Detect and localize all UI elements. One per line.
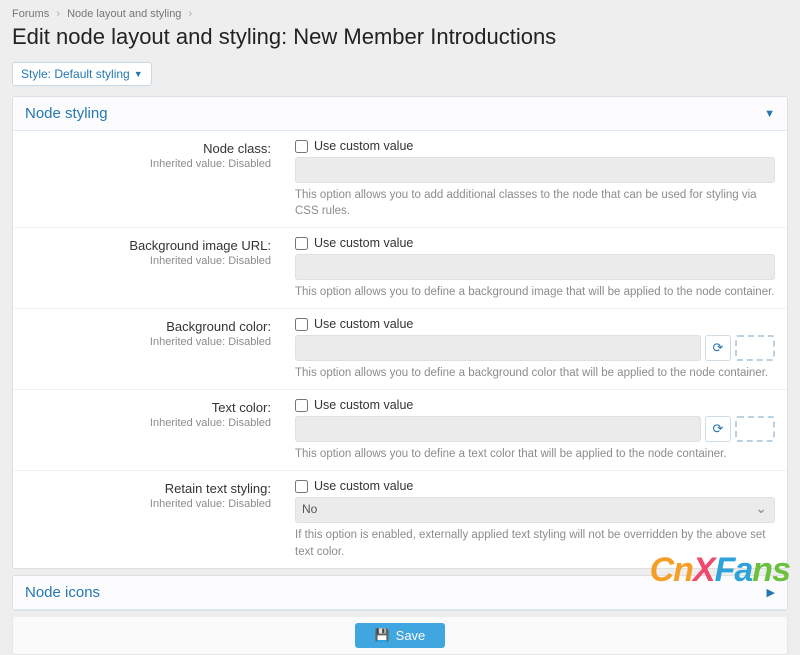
refresh-text-color-button[interactable]: ⟳ (705, 416, 731, 442)
checkbox-bg-color-custom[interactable] (295, 318, 308, 331)
checkbox-text-color-custom[interactable] (295, 399, 308, 412)
row-node-class: Node class: Inherited value: Disabled Us… (13, 131, 787, 228)
checkbox-bg-url-custom[interactable] (295, 237, 308, 250)
refresh-icon: ⟳ (713, 340, 724, 356)
section-title: Node icons (25, 584, 100, 601)
row-bg-color: Background color: Inherited value: Disab… (13, 309, 787, 390)
node-styling-section: Node styling ▼ Node class: Inherited val… (12, 96, 788, 569)
section-title: Node styling (25, 105, 108, 122)
inherited-bg-url: Inherited value: Disabled (25, 255, 271, 267)
refresh-bg-color-button[interactable]: ⟳ (705, 335, 731, 361)
swatch-bg-color[interactable] (735, 335, 775, 361)
collapse-icon: ▼ (764, 108, 775, 120)
label-retain: Retain text styling: (25, 481, 271, 496)
save-label: Save (396, 628, 426, 643)
breadcrumb: Forums › Node layout and styling › (0, 0, 800, 24)
caret-down-icon: ▼ (134, 69, 143, 79)
expand-icon: ▶ (767, 586, 775, 599)
footer-bar: 💾 Save (12, 617, 788, 655)
help-node-class: This option allows you to add additional… (295, 187, 775, 219)
page-title: Edit node layout and styling: New Member… (0, 24, 800, 58)
checkbox-label: Use custom value (314, 236, 413, 250)
chevron-right-icon: › (189, 8, 193, 20)
label-node-class: Node class: (25, 141, 271, 156)
inherited-node-class: Inherited value: Disabled (25, 158, 271, 170)
style-selector-label: Style: Default styling (21, 67, 130, 81)
help-bg-color: This option allows you to define a backg… (295, 365, 775, 381)
chevron-right-icon: › (56, 8, 60, 20)
checkbox-node-class-custom[interactable] (295, 140, 308, 153)
input-node-class[interactable] (295, 157, 775, 183)
row-retain: Retain text styling: Inherited value: Di… (13, 471, 787, 567)
label-bg-url: Background image URL: (25, 238, 271, 253)
breadcrumb-forums[interactable]: Forums (12, 8, 49, 20)
style-selector-button[interactable]: Style: Default styling ▼ (12, 62, 152, 86)
node-styling-header[interactable]: Node styling ▼ (13, 97, 787, 131)
breadcrumb-node-layout[interactable]: Node layout and styling (67, 8, 181, 20)
help-bg-url: This option allows you to define a backg… (295, 284, 775, 300)
inherited-retain: Inherited value: Disabled (25, 498, 271, 510)
swatch-text-color[interactable] (735, 416, 775, 442)
input-bg-color[interactable] (295, 335, 701, 361)
node-icons-section: Node icons ▶ (12, 575, 788, 611)
save-button[interactable]: 💾 Save (355, 623, 446, 648)
checkbox-label: Use custom value (314, 398, 413, 412)
inherited-text-color: Inherited value: Disabled (25, 417, 271, 429)
node-icons-header[interactable]: Node icons ▶ (13, 576, 787, 610)
label-text-color: Text color: (25, 400, 271, 415)
input-text-color[interactable] (295, 416, 701, 442)
input-bg-url[interactable] (295, 254, 775, 280)
save-icon: 💾 (375, 628, 390, 642)
row-bg-url: Background image URL: Inherited value: D… (13, 228, 787, 309)
help-text-color: This option allows you to define a text … (295, 446, 775, 462)
select-retain[interactable]: No (295, 497, 775, 523)
inherited-bg-color: Inherited value: Disabled (25, 336, 271, 348)
row-text-color: Text color: Inherited value: Disabled Us… (13, 390, 787, 471)
checkbox-label: Use custom value (314, 317, 413, 331)
checkbox-label: Use custom value (314, 139, 413, 153)
refresh-icon: ⟳ (713, 421, 724, 437)
checkbox-retain-custom[interactable] (295, 480, 308, 493)
help-retain: If this option is enabled, externally ap… (295, 527, 775, 559)
checkbox-label: Use custom value (314, 479, 413, 493)
label-bg-color: Background color: (25, 319, 271, 334)
